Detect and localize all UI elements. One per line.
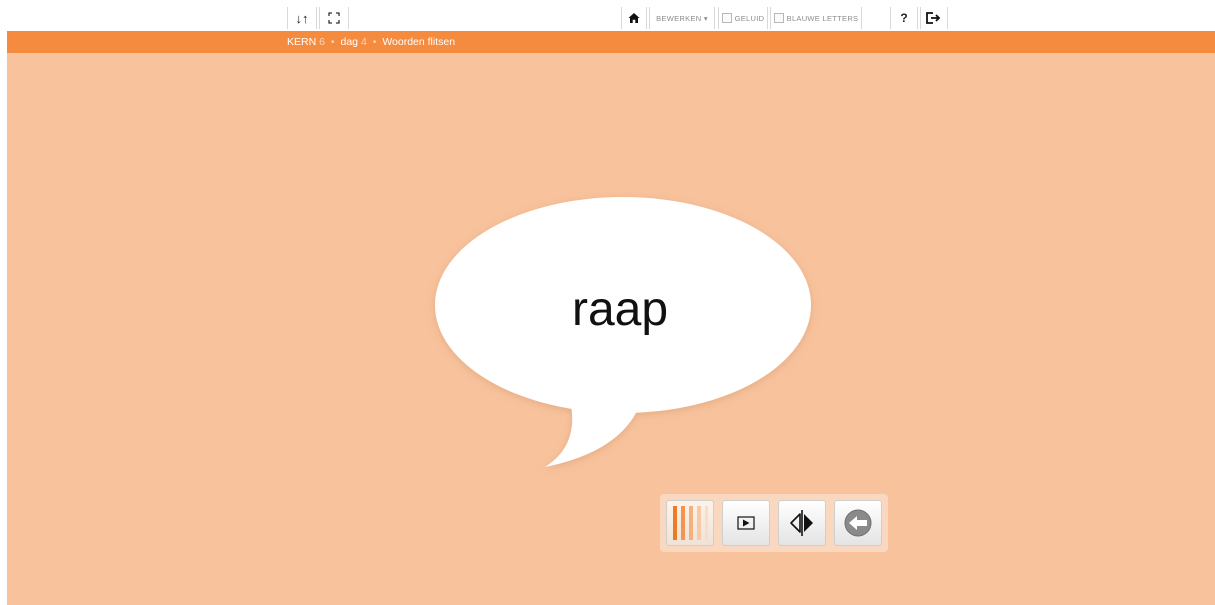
home-button[interactable]: [621, 7, 647, 29]
home-icon: [628, 13, 640, 23]
sort-button[interactable]: ↓↑: [287, 7, 317, 29]
geluid-toggle[interactable]: GELUID: [718, 7, 768, 29]
logout-button[interactable]: [920, 7, 948, 29]
breadcrumb-bar: KERN 6 • dag 4 • Woorden flitsen: [7, 31, 1215, 53]
split-arrows-icon: [790, 510, 813, 536]
breadcrumb: KERN 6 • dag 4 • Woorden flitsen: [287, 36, 455, 48]
speed-button[interactable]: [666, 500, 714, 546]
top-toolbar: ↓↑ BEWERKEN ▾ GELUID BLAUWE LETTERS ?: [0, 0, 1215, 30]
flash-word: raap: [571, 283, 669, 336]
play-button[interactable]: [722, 500, 770, 546]
sort-icon: ↓↑: [295, 10, 309, 26]
help-button[interactable]: ?: [890, 7, 918, 29]
breadcrumb-separator: •: [330, 36, 335, 48]
breadcrumb-kern-number: 6: [319, 36, 325, 48]
breadcrumb-separator: •: [372, 36, 377, 48]
control-panel: [660, 494, 888, 552]
play-icon: [737, 516, 755, 530]
breadcrumb-activity: Woorden flitsen: [382, 36, 456, 48]
breadcrumb-kern: KERN: [287, 36, 317, 48]
speed-bars-icon: [673, 506, 708, 540]
bewerken-menu[interactable]: BEWERKEN ▾: [649, 7, 715, 29]
breadcrumb-dag-number: 4: [360, 36, 367, 48]
fullscreen-button[interactable]: [319, 7, 349, 29]
logout-icon: [926, 12, 941, 24]
fullscreen-icon: [328, 12, 340, 24]
breadcrumb-dag: dag: [340, 36, 359, 48]
split-button[interactable]: [778, 500, 826, 546]
blauwe-letters-toggle[interactable]: BLAUWE LETTERS: [770, 7, 862, 29]
blauwe-letters-checkbox[interactable]: [773, 13, 784, 23]
back-arrow-icon: [844, 509, 872, 537]
geluid-checkbox[interactable]: [721, 13, 732, 23]
bewerken-label: BEWERKEN ▾: [656, 13, 708, 23]
geluid-label: GELUID: [734, 13, 765, 23]
help-label: ?: [900, 11, 908, 25]
blauwe-letters-label: BLAUWE LETTERS: [786, 13, 859, 23]
back-button[interactable]: [834, 500, 882, 546]
